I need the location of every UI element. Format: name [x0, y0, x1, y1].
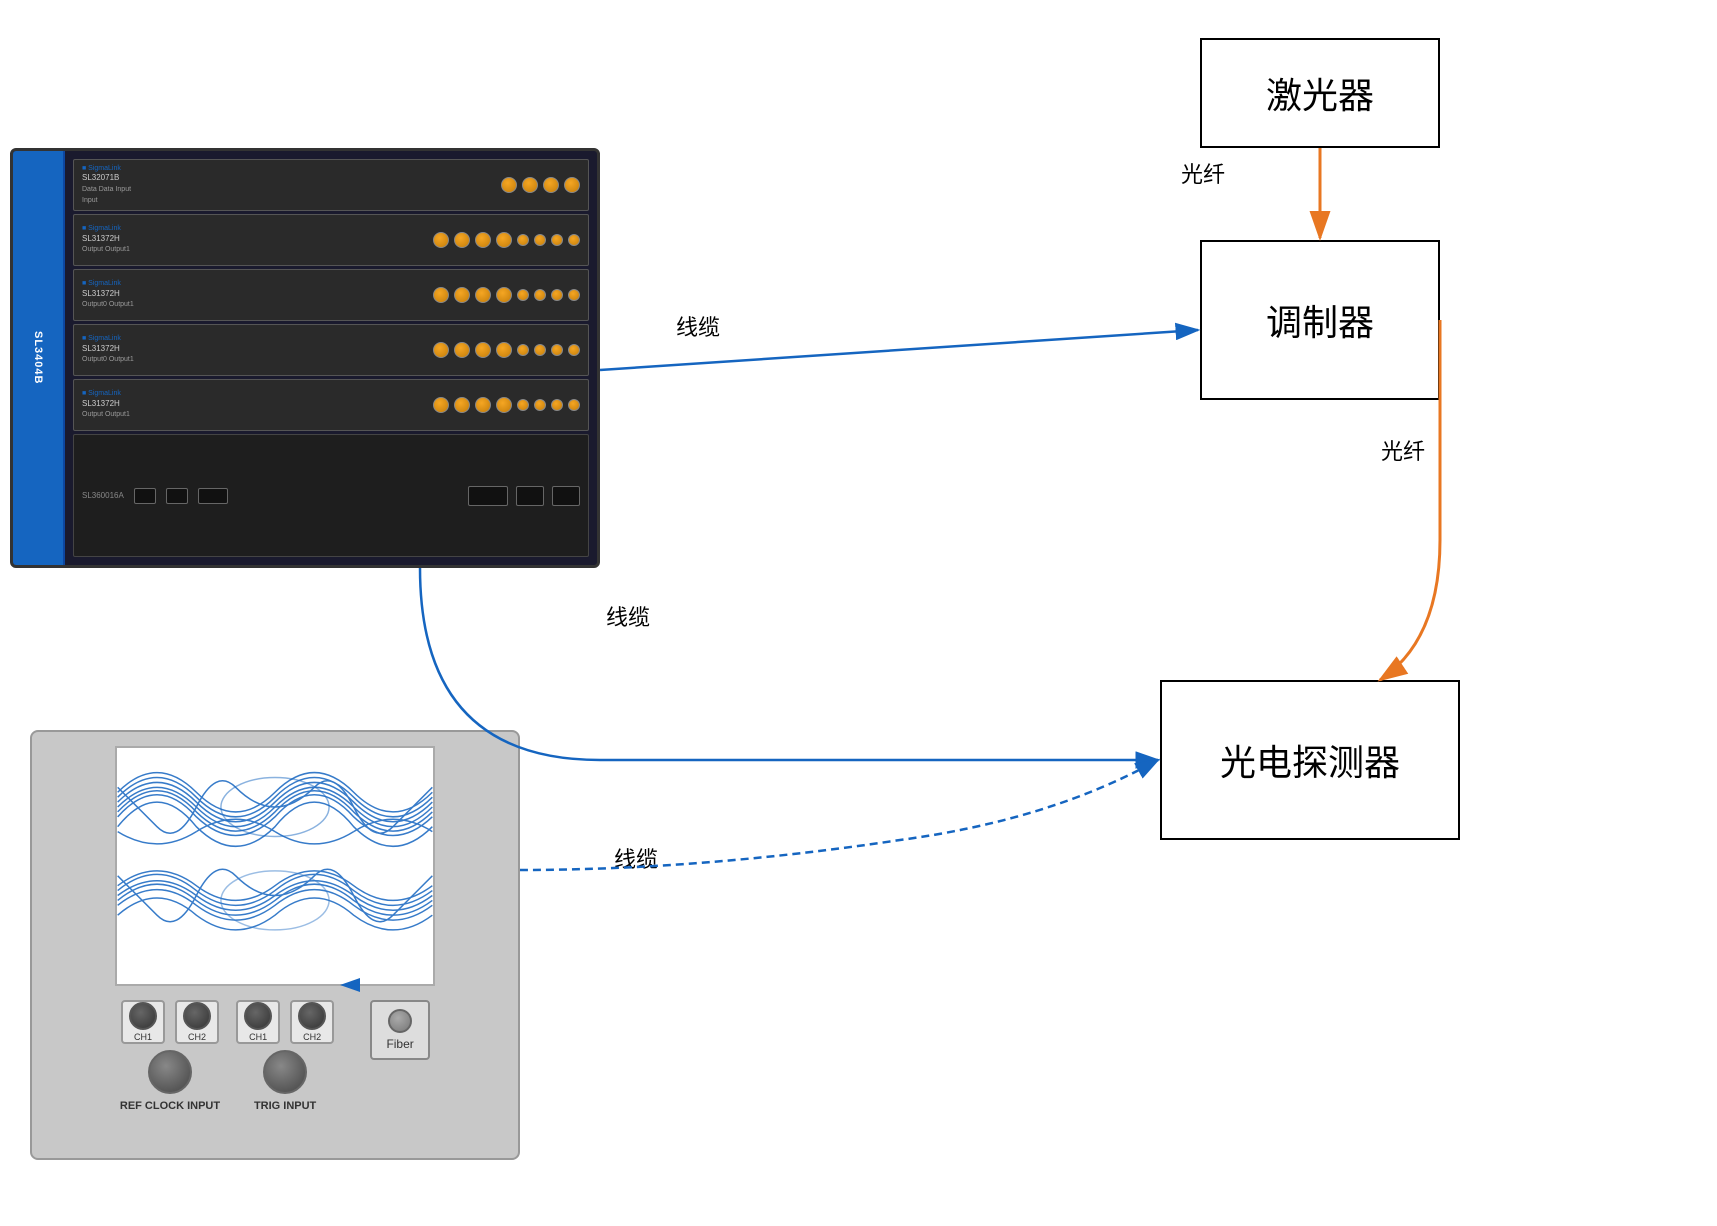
ch1-trig-knob[interactable]: CH1	[236, 1000, 280, 1044]
ch1-ref-knob[interactable]: CH1	[121, 1000, 165, 1044]
fiber-group: Fiber	[370, 1000, 430, 1060]
fiber-port[interactable]	[388, 1009, 412, 1033]
trig-label: TRIG INPUT	[254, 1100, 316, 1112]
ch2-ref-knob[interactable]: CH2	[175, 1000, 219, 1044]
instrument-rack: SL3404B ■ SigmaLink SL32071B Data Data I…	[10, 148, 600, 568]
trig-group: CH1 CH2 TRIG INPUT	[236, 1000, 334, 1112]
ch2-trig-knob[interactable]: CH2	[290, 1000, 334, 1044]
guangxian1-label: 光纤	[1175, 155, 1231, 191]
detector-box: 光电探测器	[1160, 680, 1460, 840]
cable1-label: 线缆	[670, 308, 726, 344]
laser-box: 激光器	[1200, 38, 1440, 148]
guangxian2-label: 光纤	[1375, 432, 1431, 468]
fiber-box: Fiber	[370, 1000, 430, 1060]
main-container: 激光器 调制器 光电探测器 光纤 光纤 线缆 线缆 线缆 SL3404B ■ S…	[0, 0, 1717, 1226]
laser-label: 激光器	[1266, 67, 1374, 119]
ref-clock-label: REF CLOCK INPUT	[120, 1100, 220, 1112]
modulator-box: 调制器	[1200, 240, 1440, 400]
rack-to-detector-arrow	[420, 568, 1158, 760]
osc-controls: CH1 CH2 REF CLOCK INPUT CH1	[46, 1000, 504, 1112]
oscilloscope-panel: CH1 CH2 REF CLOCK INPUT CH1	[30, 730, 520, 1160]
cable2-label: 线缆	[600, 598, 656, 634]
ref-clock-big-knob[interactable]	[148, 1050, 192, 1094]
detector-label: 光电探测器	[1220, 734, 1400, 786]
eye-diagram-svg	[117, 748, 433, 984]
trig-big-knob[interactable]	[263, 1050, 307, 1094]
cable3-label: 线缆	[608, 840, 664, 876]
ref-clock-group: CH1 CH2 REF CLOCK INPUT	[120, 1000, 220, 1112]
modulator-label: 调制器	[1266, 294, 1374, 346]
fiber-label: Fiber	[386, 1037, 413, 1051]
eye-diagram-screen	[115, 746, 435, 986]
